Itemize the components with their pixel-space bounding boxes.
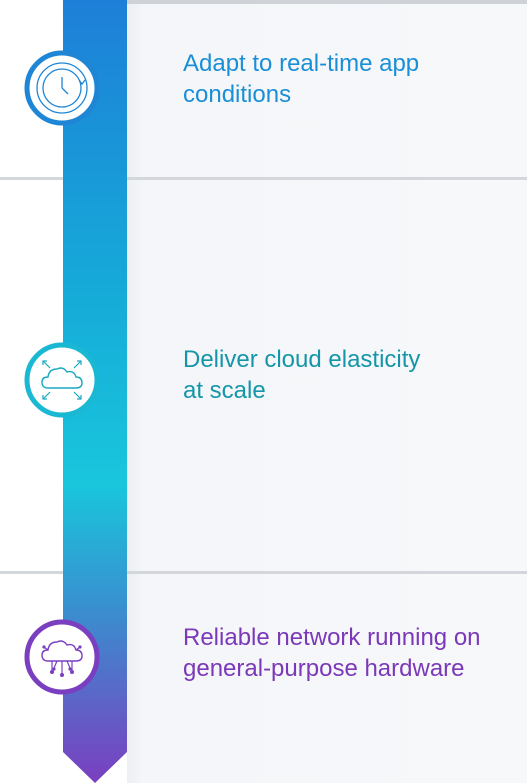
step-label-3: Reliable network running on general-purp… bbox=[183, 624, 481, 682]
step-icon-2 bbox=[24, 342, 100, 418]
cloud-network-icon bbox=[24, 619, 100, 695]
step-icon-1 bbox=[24, 50, 100, 126]
step-label-2: Deliver cloud elasticity at scale bbox=[183, 346, 421, 404]
step-icon-3 bbox=[24, 619, 100, 695]
clock-refresh-icon bbox=[24, 50, 100, 126]
step-label-1: Adapt to real-time app conditions bbox=[183, 50, 420, 108]
cloud-expand-icon bbox=[24, 342, 100, 418]
